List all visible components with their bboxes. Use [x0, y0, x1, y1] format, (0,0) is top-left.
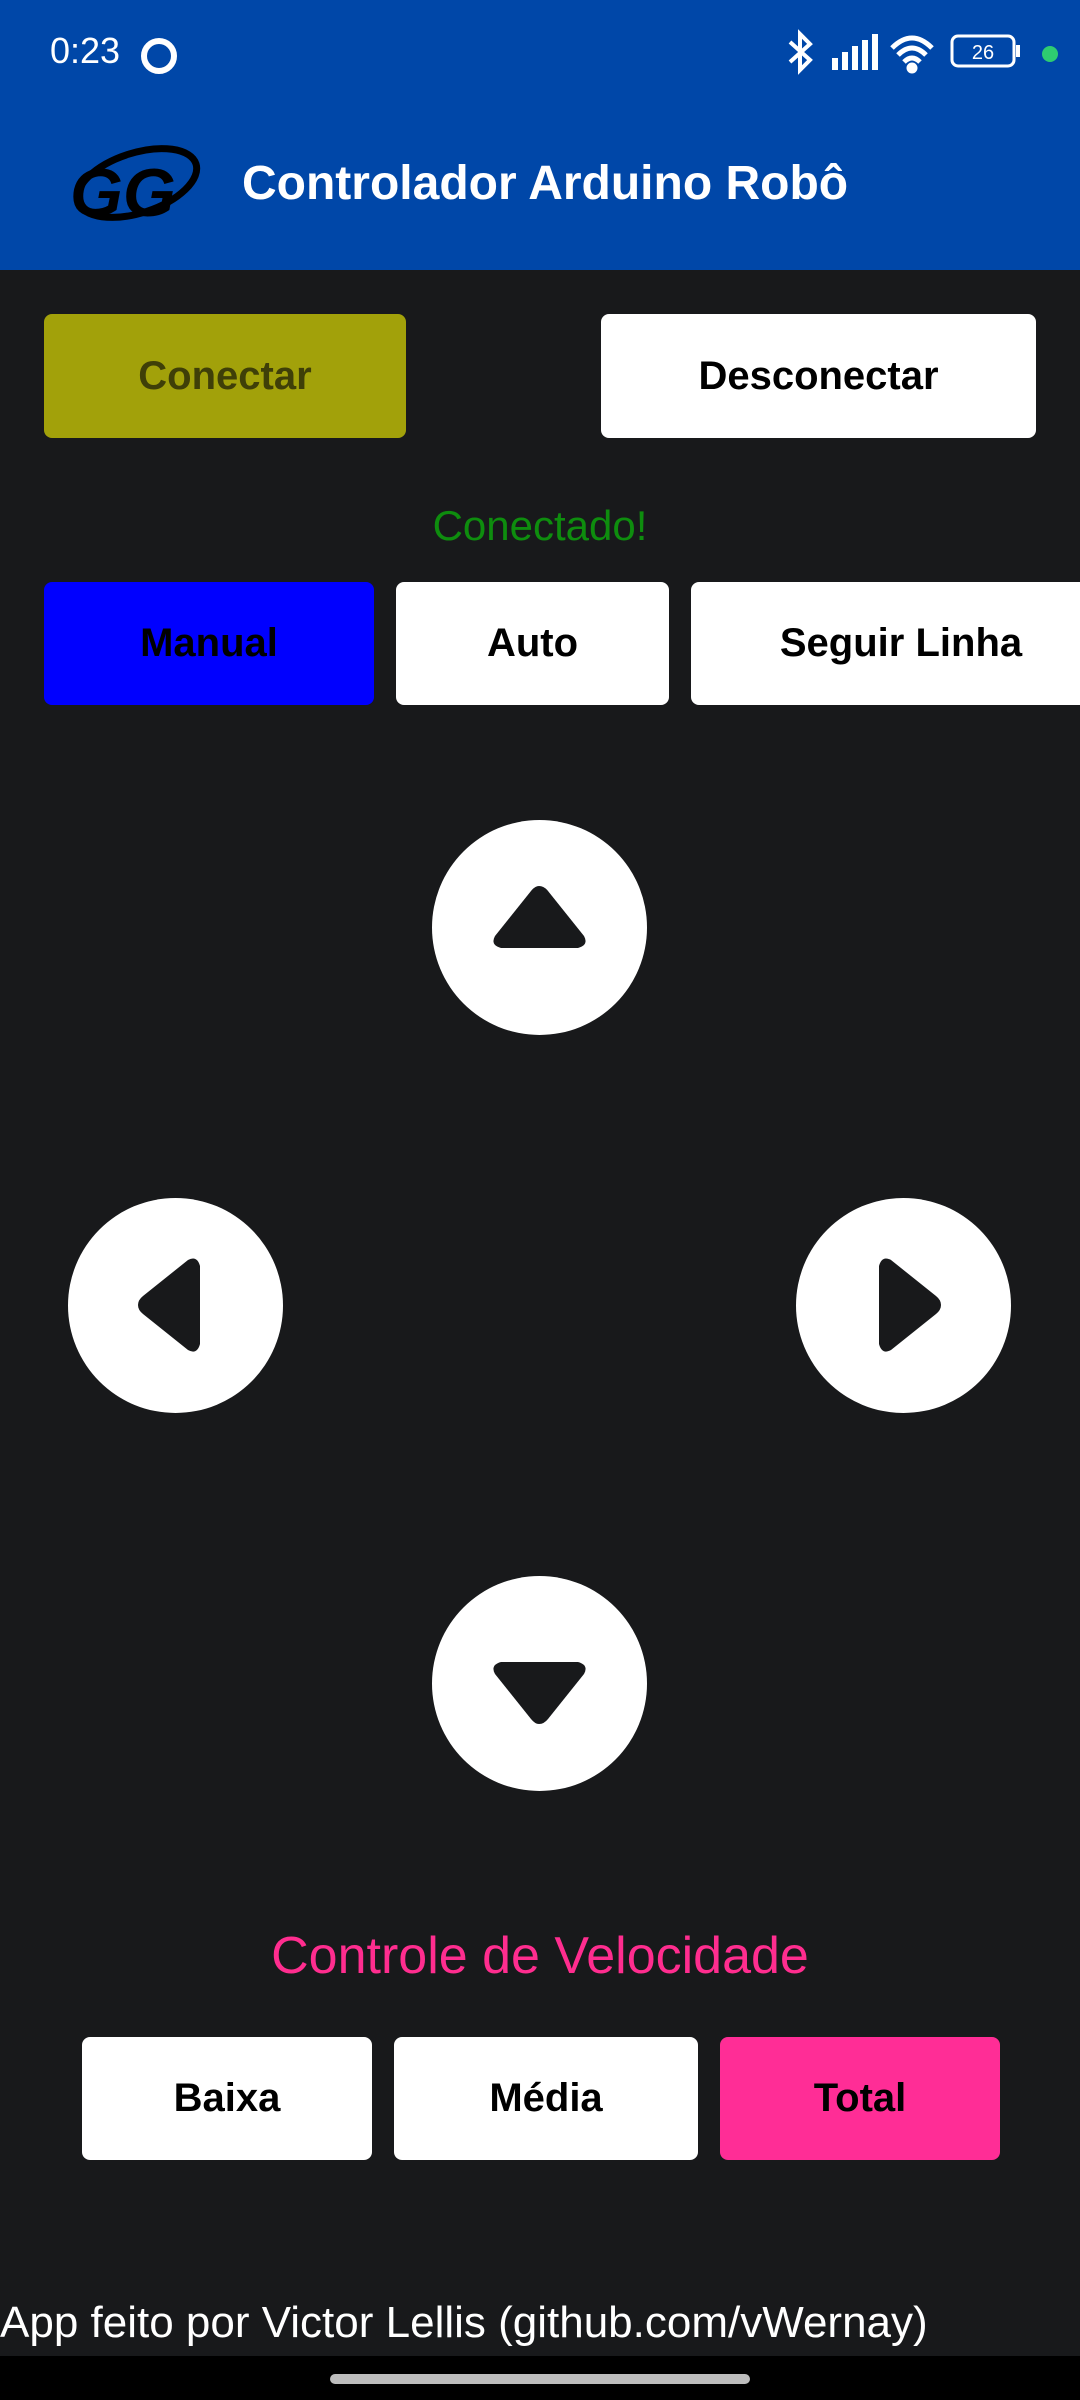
connect-button[interactable]: Conectar — [44, 314, 406, 438]
status-bar: 0:23 26 — [0, 0, 1080, 108]
app-bar: GG Controlador Arduino Robô — [0, 108, 1080, 270]
logo-text: GG — [70, 155, 176, 231]
app-title: Controlador Arduino Robô — [242, 157, 849, 210]
arrow-left-icon — [138, 1258, 200, 1352]
battery-level: 26 — [972, 42, 994, 64]
wifi-icon — [890, 35, 934, 74]
speed-total-button[interactable]: Total — [720, 2037, 1000, 2160]
turn-left-button[interactable] — [68, 1198, 283, 1413]
mode-follow-line-button[interactable]: Seguir Linha — [691, 582, 1080, 705]
move-forward-button[interactable] — [432, 820, 647, 1035]
mode-auto-button[interactable]: Auto — [396, 582, 669, 705]
turn-right-button[interactable] — [796, 1198, 1011, 1413]
disconnect-button[interactable]: Desconectar — [601, 314, 1036, 438]
move-backward-button[interactable] — [432, 1576, 647, 1791]
battery-icon: 26 — [950, 34, 1020, 68]
speed-medium-button[interactable]: Média — [394, 2037, 698, 2160]
home-gesture-handle[interactable] — [330, 2374, 750, 2384]
mode-manual-button[interactable]: Manual — [44, 582, 374, 705]
signal-icon — [832, 34, 878, 70]
arrow-up-icon — [493, 886, 586, 948]
speed-low-button[interactable]: Baixa — [82, 2037, 372, 2160]
status-time: 0:23 — [50, 30, 121, 71]
footer-credit: App feito por Victor Lellis (github.com/… — [0, 2298, 928, 2347]
status-icons: 26 — [788, 29, 1058, 75]
speed-control-title: Controle de Velocidade — [271, 1927, 809, 1985]
connection-status: Conectado! — [432, 502, 648, 549]
navigation-bar — [0, 2356, 1080, 2400]
bluetooth-icon — [788, 29, 813, 75]
circle-icon — [141, 38, 177, 74]
app-logo: GG — [70, 145, 201, 231]
green-dot-icon — [1042, 46, 1058, 62]
arrow-right-icon — [879, 1258, 941, 1352]
arrow-down-icon — [493, 1662, 586, 1724]
